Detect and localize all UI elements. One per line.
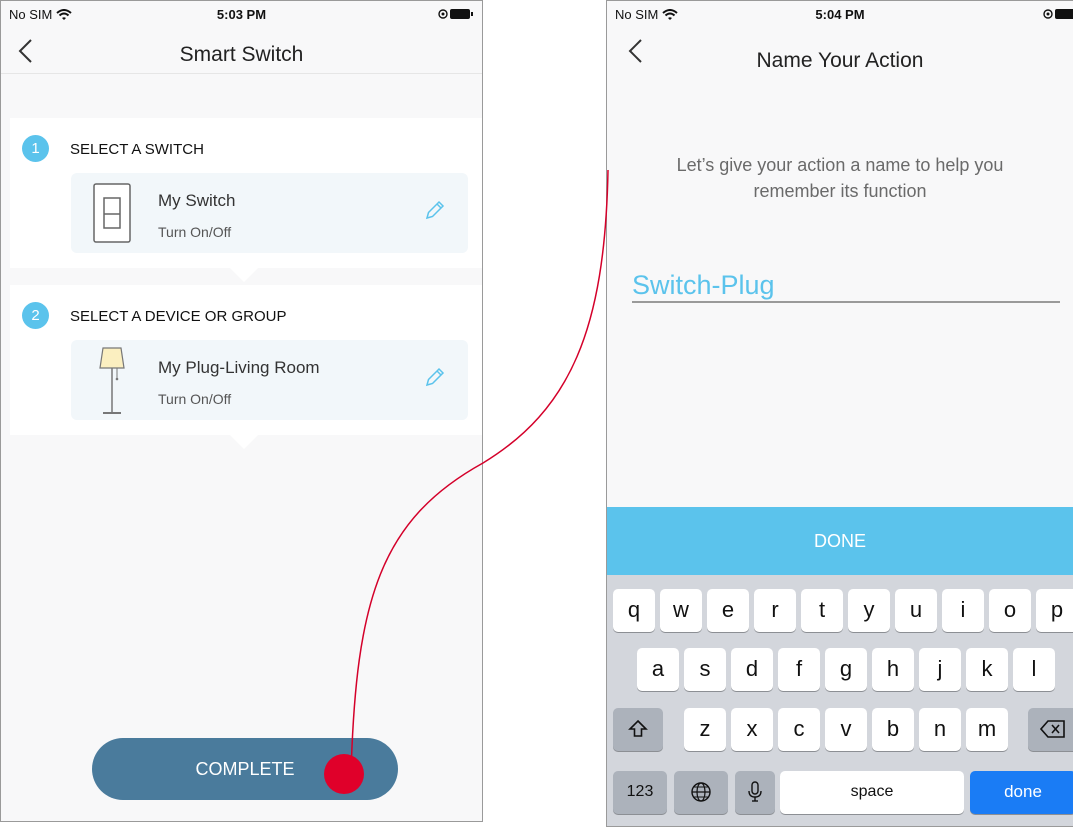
annotation-connector <box>324 169 609 794</box>
tap-indicator <box>324 754 364 794</box>
